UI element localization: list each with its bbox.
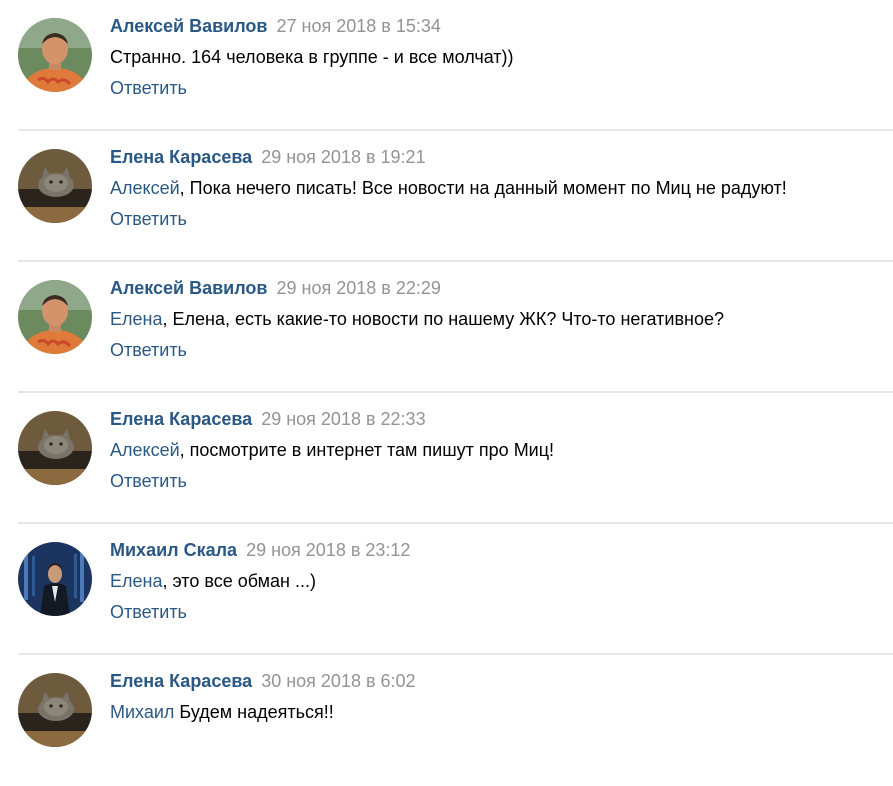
avatar[interactable] xyxy=(18,542,92,616)
reply-button[interactable]: Ответить xyxy=(110,469,187,493)
avatar[interactable] xyxy=(18,411,92,485)
comment-item: Алексей Вавилов 27 ноя 2018 в 15:34 Стра… xyxy=(0,0,893,131)
comment-date[interactable]: 29 ноя 2018 в 23:12 xyxy=(246,540,410,560)
mention-link[interactable]: Елена xyxy=(110,309,162,329)
man-orange-shirt-avatar-icon xyxy=(18,18,92,92)
comment-message: , Елена, есть какие-то новости по нашему… xyxy=(162,309,725,329)
avatar[interactable] xyxy=(18,149,92,223)
comment-body: Елена Карасева 29 ноя 2018 в 22:33 Алекс… xyxy=(110,407,883,493)
comment-item: Елена Карасева 30 ноя 2018 в 6:02 Михаил… xyxy=(0,655,893,786)
cat-avatar-icon xyxy=(18,149,92,223)
author-name[interactable]: Алексей Вавилов xyxy=(110,16,267,36)
comment-message: , Пока нечего писать! Все новости на дан… xyxy=(179,178,787,198)
mention-link[interactable]: Елена xyxy=(110,571,162,591)
author-name[interactable]: Михаил Скала xyxy=(110,540,237,560)
cat-avatar-icon xyxy=(18,673,92,747)
comment-item: Елена Карасева 29 ноя 2018 в 19:21 Алекс… xyxy=(0,131,893,262)
comment-body: Елена Карасева 30 ноя 2018 в 6:02 Михаил… xyxy=(110,669,883,724)
comment-body: Алексей Вавилов 27 ноя 2018 в 15:34 Стра… xyxy=(110,14,883,100)
avatar[interactable] xyxy=(18,18,92,92)
comment-body: Елена Карасева 29 ноя 2018 в 19:21 Алекс… xyxy=(110,145,883,231)
avatar[interactable] xyxy=(18,280,92,354)
comment-header: Елена Карасева 29 ноя 2018 в 19:21 xyxy=(110,145,883,169)
mention-link[interactable]: Алексей xyxy=(110,440,180,460)
comment-text: Алексей, посмотрите в интернет там пишут… xyxy=(110,438,883,462)
mention-link[interactable]: Алексей xyxy=(110,178,180,198)
comment-item: Алексей Вавилов 29 ноя 2018 в 22:29 Елен… xyxy=(0,262,893,393)
author-name[interactable]: Алексей Вавилов xyxy=(110,278,267,298)
reply-button[interactable]: Ответить xyxy=(110,76,187,100)
comment-text: Странно. 164 человека в группе - и все м… xyxy=(110,45,883,69)
comment-date[interactable]: 29 ноя 2018 в 19:21 xyxy=(261,147,425,167)
comment-header: Елена Карасева 30 ноя 2018 в 6:02 xyxy=(110,669,883,693)
comment-date[interactable]: 29 ноя 2018 в 22:33 xyxy=(261,409,425,429)
cat-avatar-icon xyxy=(18,411,92,485)
comment-text: Елена, это все обман ...) xyxy=(110,569,883,593)
comment-message: , посмотрите в интернет там пишут про Ми… xyxy=(179,440,555,460)
comment-item: Елена Карасева 29 ноя 2018 в 22:33 Алекс… xyxy=(0,393,893,524)
comment-message: Будем надеяться!! xyxy=(174,702,334,722)
comment-date[interactable]: 30 ноя 2018 в 6:02 xyxy=(261,671,415,691)
reply-button[interactable]: Ответить xyxy=(110,338,187,362)
comment-header: Алексей Вавилов 29 ноя 2018 в 22:29 xyxy=(110,276,883,300)
comment-body: Алексей Вавилов 29 ноя 2018 в 22:29 Елен… xyxy=(110,276,883,362)
reply-button[interactable]: Ответить xyxy=(110,207,187,231)
comment-header: Алексей Вавилов 27 ноя 2018 в 15:34 xyxy=(110,14,883,38)
comment-text: Алексей, Пока нечего писать! Все новости… xyxy=(110,176,883,200)
comment-text: Елена, Елена, есть какие-то новости по н… xyxy=(110,307,883,331)
comment-feed: Алексей Вавилов 27 ноя 2018 в 15:34 Стра… xyxy=(0,0,893,786)
comment-header: Михаил Скала 29 ноя 2018 в 23:12 xyxy=(110,538,883,562)
man-suit-avatar-icon xyxy=(18,542,92,616)
comment-message: Странно. 164 человека в группе - и все м… xyxy=(110,47,514,67)
reply-button[interactable]: Ответить xyxy=(110,600,187,624)
man-orange-shirt-avatar-icon xyxy=(18,280,92,354)
author-name[interactable]: Елена Карасева xyxy=(110,671,252,691)
mention-link[interactable]: Михаил xyxy=(110,702,174,722)
author-name[interactable]: Елена Карасева xyxy=(110,147,252,167)
comment-header: Елена Карасева 29 ноя 2018 в 22:33 xyxy=(110,407,883,431)
comment-item: Михаил Скала 29 ноя 2018 в 23:12 Елена, … xyxy=(0,524,893,655)
comment-text: Михаил Будем надеяться!! xyxy=(110,700,883,724)
comment-date[interactable]: 27 ноя 2018 в 15:34 xyxy=(276,16,440,36)
comment-body: Михаил Скала 29 ноя 2018 в 23:12 Елена, … xyxy=(110,538,883,624)
comment-message: , это все обман ...) xyxy=(162,571,316,591)
author-name[interactable]: Елена Карасева xyxy=(110,409,252,429)
avatar[interactable] xyxy=(18,673,92,747)
comment-date[interactable]: 29 ноя 2018 в 22:29 xyxy=(276,278,440,298)
